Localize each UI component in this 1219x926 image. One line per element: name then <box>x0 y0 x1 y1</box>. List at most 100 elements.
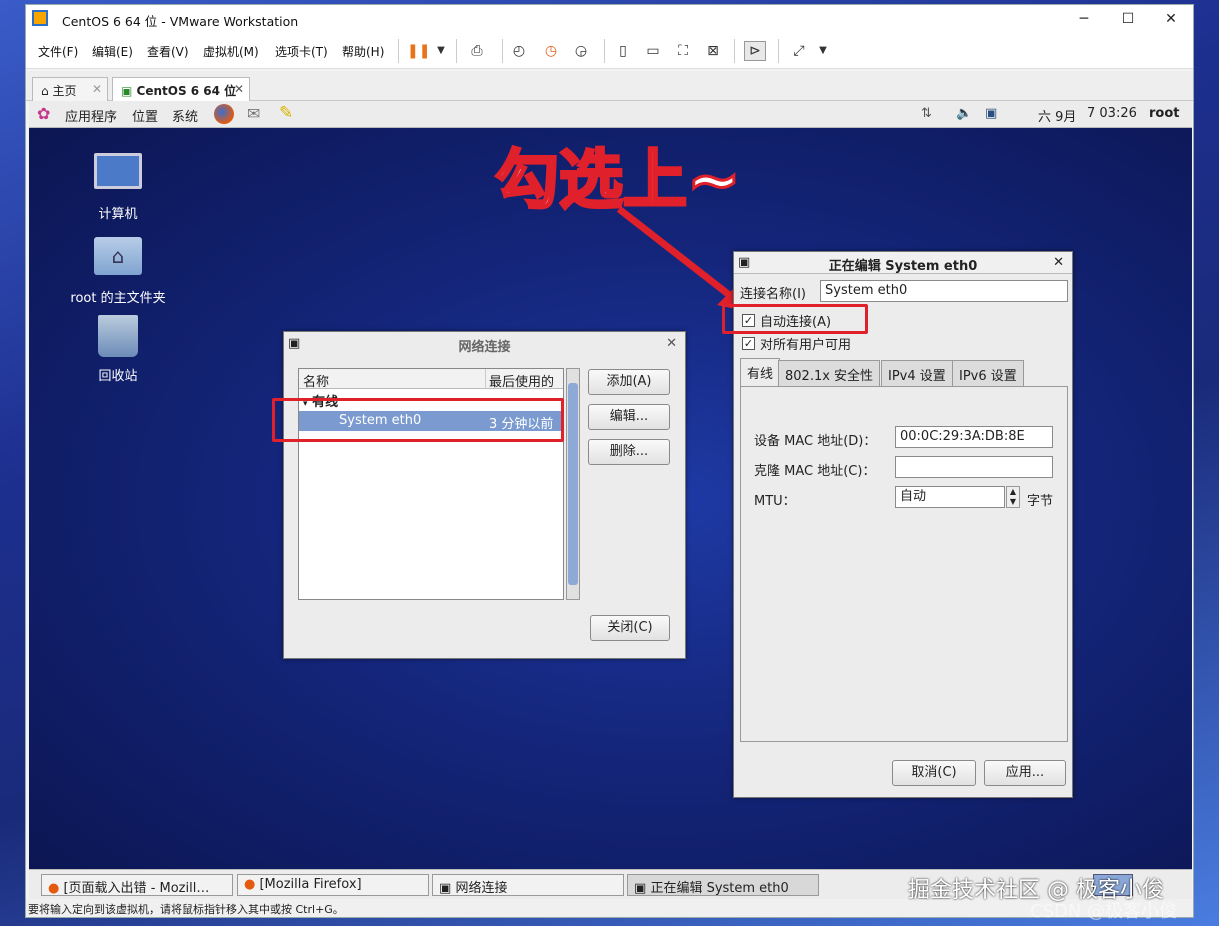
vmware-window: CentOS 6 64 位 - VMware Workstation ─ ☐ ✕… <box>25 4 1194 918</box>
close-icon[interactable]: ✕ <box>1053 255 1064 270</box>
edit-button[interactable]: 编辑... <box>588 404 670 430</box>
mac-input[interactable]: 00:0C:29:3A:DB:8E <box>895 426 1053 448</box>
date-label: 六 9月 <box>1038 110 1077 125</box>
separator <box>502 39 503 63</box>
library-icon[interactable]: ▯ <box>612 41 634 61</box>
desktop-icon-computer[interactable]: 计算机 <box>63 153 173 222</box>
menu-vm[interactable]: 虚拟机(M) <box>203 43 259 60</box>
desktop-icon-home[interactable]: ⌂ root 的主文件夹 <box>63 237 173 306</box>
dialog-title: 正在编辑 System eth0 <box>828 259 978 274</box>
close-button[interactable]: 关闭(C) <box>590 615 670 641</box>
vm-icon: ▣ <box>121 84 133 98</box>
cancel-button[interactable]: 取消(C) <box>892 760 976 786</box>
volume-icon[interactable]: 🔈 <box>956 106 972 121</box>
menu-places[interactable]: 位置 <box>132 106 158 125</box>
desktop-icon-trash[interactable]: 回收站 <box>63 315 173 384</box>
mail-icon[interactable]: ✉ <box>247 104 260 123</box>
console-view-icon[interactable]: ⊳ <box>744 41 766 61</box>
taskbar-label: [页面载入出错 - Mozill… <box>63 881 210 896</box>
tab-panel: 设备 MAC 地址(D)： 00:0C:29:3A:DB:8E 克隆 MAC 地… <box>740 386 1068 742</box>
tab-ipv6[interactable]: IPv6 设置 <box>952 360 1024 386</box>
tab-8021x[interactable]: 802.1x 安全性 <box>778 360 881 386</box>
clone-mac-label: 克隆 MAC 地址(C)： <box>754 464 876 479</box>
snapshot-icon[interactable]: ◴ <box>508 41 530 61</box>
close-icon[interactable]: ✕ <box>92 82 102 96</box>
computer-icon <box>94 153 142 189</box>
menu-system[interactable]: 系统 <box>172 106 198 125</box>
guest-screen[interactable]: ✿ 应用程序 位置 系统 ✉ ✎ ⇅ 🔈 ▣ 六 9月 7 03:26 root… <box>29 101 1192 901</box>
divider <box>485 369 486 389</box>
close-icon[interactable]: ✕ <box>1149 5 1193 33</box>
list-header: 名称 最后使用的 <box>299 369 563 390</box>
taskbar-item-firefox[interactable]: ● [Mozilla Firefox] <box>237 874 429 896</box>
gnome-foot-icon: ✿ <box>37 104 51 123</box>
firefox-icon[interactable] <box>214 104 234 124</box>
apply-button[interactable]: 应用... <box>984 760 1066 786</box>
close-icon[interactable]: ✕ <box>666 336 677 351</box>
send-keys-icon[interactable]: ⎙ <box>466 41 488 61</box>
column-name[interactable]: 名称 <box>303 371 329 390</box>
window-icon: ▣ <box>439 881 452 896</box>
tab-wired[interactable]: 有线 <box>740 358 781 386</box>
delete-button[interactable]: 删除... <box>588 439 670 465</box>
dialog-title: 网络连接 <box>458 340 511 355</box>
time-label[interactable]: 7 03:26 <box>1087 106 1137 121</box>
menu-tabs[interactable]: 选项卡(T) <box>275 43 328 60</box>
scrollbar-thumb[interactable] <box>568 383 578 585</box>
separator <box>734 39 735 63</box>
thumbnail-icon[interactable]: ▭ <box>642 41 664 61</box>
separator <box>604 39 605 63</box>
scrollbar[interactable] <box>566 368 580 600</box>
menu-file[interactable]: 文件(F) <box>38 43 78 60</box>
all-users-checkbox[interactable]: ✓ <box>742 337 755 350</box>
mtu-spin-icon[interactable]: ▲ ▼ <box>1006 486 1020 508</box>
tab-ipv4[interactable]: IPv4 设置 <box>881 360 953 386</box>
taskbar-item-network[interactable]: ▣ 网络连接 <box>432 874 624 896</box>
taskbar-item-firefox-error[interactable]: ● [页面载入出错 - Mozill… <box>41 874 233 896</box>
unity-icon[interactable]: ⊠ <box>702 41 724 61</box>
highlight-box <box>722 304 868 334</box>
mtu-input[interactable]: 自动 <box>895 486 1005 508</box>
connection-name-input[interactable]: System eth0 <box>820 280 1068 302</box>
user-label[interactable]: root <box>1149 106 1180 121</box>
dropdown-arrow-icon[interactable]: ▼ <box>812 41 834 61</box>
network-manager-icon[interactable]: ▣ <box>985 106 997 121</box>
settings-tabs: 有线 802.1x 安全性 IPv4 设置 IPv6 设置 <box>740 358 1068 388</box>
minimize-icon[interactable]: ─ <box>1062 5 1106 33</box>
vmware-logo-icon <box>32 10 48 26</box>
pause-icon[interactable]: ❚❚ <box>406 41 430 61</box>
separator <box>456 39 457 63</box>
desktop-icon-label: 计算机 <box>98 207 138 222</box>
highlight-box <box>272 398 564 442</box>
clone-mac-input[interactable] <box>895 456 1053 478</box>
all-users-label[interactable]: 对所有用户可用 <box>760 334 851 353</box>
stretch-icon[interactable]: ⤢ <box>788 41 810 61</box>
notes-icon[interactable]: ✎ <box>279 103 293 123</box>
taskbar-item-edit[interactable]: ▣ 正在编辑 System eth0 <box>627 874 819 896</box>
menu-view[interactable]: 查看(V) <box>147 43 189 60</box>
window-icon: ▣ <box>634 881 647 896</box>
close-icon[interactable]: ✕ <box>234 82 244 96</box>
maximize-icon[interactable]: ☐ <box>1106 5 1150 33</box>
tab-bar: ⌂ 主页 ✕ ▣ CentOS 6 64 位 ✕ <box>26 71 1193 101</box>
trash-icon <box>98 315 138 357</box>
connection-name-label: 连接名称(I) <box>740 287 806 302</box>
separator <box>778 39 779 63</box>
watermark-csdn: CSDN @极客小俊 <box>1030 901 1178 922</box>
tab-home[interactable]: ⌂ 主页 ✕ <box>32 77 108 101</box>
menu-edit[interactable]: 编辑(E) <box>92 43 133 60</box>
tab-centos[interactable]: ▣ CentOS 6 64 位 ✕ <box>112 77 250 101</box>
column-last-used[interactable]: 最后使用的 <box>489 371 554 390</box>
network-status-icon[interactable]: ⇅ <box>921 106 932 121</box>
title-bar: CentOS 6 64 位 - VMware Workstation ─ ☐ ✕ <box>26 5 1193 33</box>
tab-label: CentOS 6 64 位 <box>136 84 237 98</box>
dropdown-arrow-icon[interactable]: ▼ <box>430 41 452 61</box>
gnome-top-panel: ✿ 应用程序 位置 系统 ✉ ✎ ⇅ 🔈 ▣ 六 9月 7 03:26 root <box>29 101 1192 128</box>
add-button[interactable]: 添加(A) <box>588 369 670 395</box>
snapshot-manager-icon[interactable]: ◶ <box>570 41 592 61</box>
menu-help[interactable]: 帮助(H) <box>342 43 384 60</box>
menu-applications[interactable]: 应用程序 <box>65 106 117 125</box>
revert-snapshot-icon[interactable]: ◷ <box>540 41 562 61</box>
tab-label: 主页 <box>52 84 77 98</box>
fullscreen-icon[interactable]: ⛶ <box>672 41 694 61</box>
